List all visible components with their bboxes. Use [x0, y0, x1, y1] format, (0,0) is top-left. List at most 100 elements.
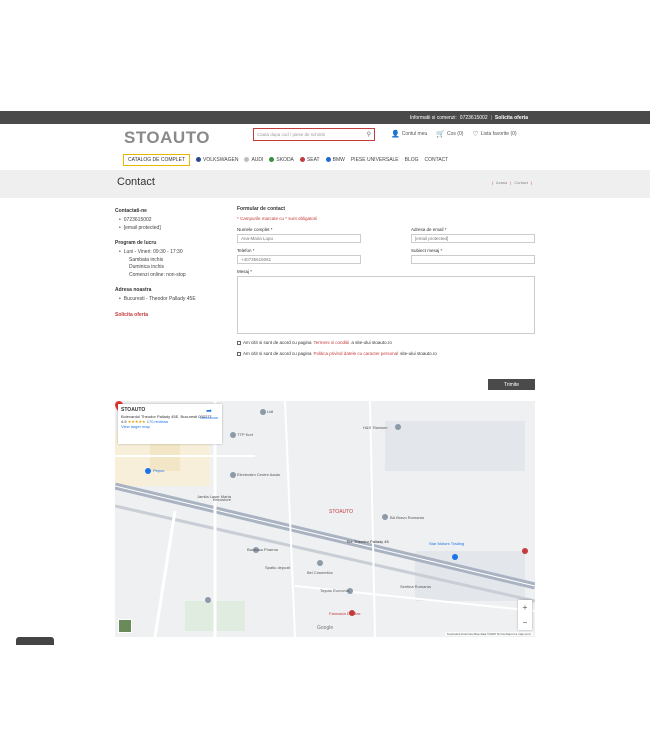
map-poi-pepco[interactable] — [145, 468, 151, 474]
privacy-checkbox[interactable] — [237, 351, 241, 356]
terms-prefix: Am citit si sunt de acord cu pagina — [243, 340, 312, 345]
subject-field-group: Subiect mesaj * — [411, 248, 535, 264]
nav-skoda[interactable]: SKODA — [269, 157, 294, 163]
offer-link[interactable]: Solicita oferta — [115, 312, 225, 318]
nav-volkswagen[interactable]: VOLKSWAGEN — [196, 157, 238, 163]
privacy-checkbox-row: Am citit si sunt de acord cu pagina Poli… — [237, 351, 535, 356]
heart-icon: ♡ — [472, 131, 479, 138]
site-logo[interactable]: STOAUTO — [124, 128, 210, 148]
wishlist-label: Lista favorite (0) — [480, 131, 517, 137]
search-icon[interactable]: ⚲ — [367, 131, 371, 138]
account-link[interactable]: 👤 Contul meu — [391, 130, 427, 138]
map-label-star: Star Motors Trading — [429, 541, 465, 546]
map-label-lidl: Lidl — [267, 409, 274, 414]
privacy-link[interactable]: Politica privind datele cu caracter pers… — [314, 351, 399, 356]
breadcrumb-home[interactable]: Acasa — [496, 180, 507, 185]
map-label-ttp: TTP Kurt — [237, 432, 253, 437]
map-area-industrial — [385, 421, 525, 471]
topbar-offer-link[interactable]: Solicita oferta — [495, 115, 528, 121]
map-poi-bricostore[interactable] — [205, 597, 211, 603]
google-logo: Google — [317, 625, 334, 631]
terms-checkbox[interactable] — [237, 340, 241, 345]
terms-suffix: a site-ului stoauto.ro — [351, 340, 392, 345]
privacy-suffix: site-ului stoauto.ro — [400, 351, 437, 356]
map-label-street: Bd. Theodor Pallady 45 — [347, 539, 389, 544]
cart-label: Cos (0) — [447, 131, 464, 137]
map-label-pharma: Baneasa Pharma — [247, 547, 278, 552]
name-label: Numele complet * — [237, 227, 273, 232]
map-poi-lidl[interactable] — [260, 409, 266, 415]
map-satellite-toggle[interactable] — [118, 619, 132, 633]
nav-audi-label: AUDI — [251, 157, 264, 163]
phone-field[interactable]: +40735615061 — [237, 255, 361, 264]
send-button[interactable]: Trimite — [488, 379, 535, 390]
subject-field[interactable] — [411, 255, 535, 264]
map-label-sentina: Sentina Romania — [400, 584, 431, 589]
main-nav: CATALOG DE COMPLET VOLKSWAGEN AUDI SKODA… — [123, 154, 448, 166]
map-directions-button[interactable]: ➦ Directions — [200, 407, 218, 420]
contact-form: Formular de contact * Campurile marcate … — [237, 206, 535, 356]
topbar-phone[interactable]: 0723615002 — [460, 115, 488, 121]
address-item: Bucuresti - Theodor Pallady 45E — [119, 296, 225, 304]
chat-widget-tab[interactable] — [16, 637, 54, 645]
phone-field-group: Telefon * +40735615061 — [237, 248, 361, 264]
map-poi-hs[interactable] — [395, 424, 401, 430]
bmw-logo-icon — [325, 157, 331, 162]
zoom-in-button[interactable]: + — [518, 600, 532, 615]
map-poi-ttp[interactable] — [230, 432, 236, 438]
map-zoom-control: + − — [518, 600, 532, 630]
contact-email[interactable]: [email protected] — [119, 225, 225, 233]
map-label-electrosim: Electrosim Centre Aauto — [237, 472, 281, 477]
nav-audi[interactable]: AUDI — [244, 157, 263, 163]
email-field[interactable]: [email protected] — [411, 234, 535, 243]
cart-link[interactable]: 🛒 Cos (0) — [436, 130, 463, 138]
name-field-group: Numele complet * Ana-Maria Lupu — [237, 227, 361, 243]
topbar-info: Informatii si comenzi: — [409, 114, 457, 121]
header-links: 👤 Contul meu 🛒 Cos (0) ♡ Lista favorite (0) — [391, 130, 517, 138]
map-view-larger-link[interactable]: View larger map — [121, 424, 219, 429]
terms-link[interactable]: Termeni si conditii — [314, 340, 350, 345]
top-bar: Informatii si comenzi: 0723615002 | Soli… — [0, 111, 650, 124]
required-note: * Campurile marcate cu * sunt obligatori… — [237, 216, 318, 221]
nav-piese-universale[interactable]: PIESE UNIVERSALE — [351, 157, 399, 163]
map-poi-electrosim[interactable] — [230, 472, 236, 478]
topbar-separator: | — [490, 114, 492, 121]
map-poi-star[interactable] — [452, 554, 458, 560]
map-label-farmacia: Farmacia Dr. Max — [329, 611, 361, 616]
nav-contact[interactable]: CONTACT — [425, 157, 449, 163]
message-label: Mesaj * — [237, 269, 253, 274]
privacy-prefix: Am citit si sunt de acord cu pagina — [243, 351, 312, 356]
directions-label: Directions — [200, 415, 218, 420]
map-label-bravo: BA Bravo Romania — [390, 515, 424, 520]
subject-label: Subiect mesaj * — [411, 248, 443, 253]
terms-checkbox-row: Am citit si sunt de acord cu pagina Term… — [237, 340, 535, 345]
nav-seat[interactable]: SEAT — [299, 157, 320, 163]
skoda-logo-icon — [269, 157, 275, 162]
page-title: Contact — [117, 176, 155, 188]
wishlist-link[interactable]: ♡ Lista favorite (0) — [472, 130, 516, 138]
contact-phone[interactable]: 0723615002 — [119, 217, 225, 225]
nav-bmw[interactable]: BMW — [325, 157, 345, 163]
nav-catalog[interactable]: CATALOG DE COMPLET — [123, 154, 191, 166]
embedded-map[interactable]: Lidl TTP Kurt H&S Titanium Pepco Electro… — [115, 401, 535, 637]
vw-logo-icon — [196, 157, 202, 162]
user-icon: 👤 — [391, 131, 400, 138]
audi-logo-icon — [244, 157, 250, 162]
map-label-bricostore: Bricostore — [213, 497, 232, 502]
message-textarea[interactable] — [237, 276, 535, 334]
contact-heading: Contactati-ne — [115, 208, 147, 214]
map-poi-pharmacy-right[interactable] — [522, 548, 528, 554]
map-poi-bravo[interactable] — [382, 514, 388, 520]
breadcrumb-current: Contact — [514, 180, 529, 185]
address-heading: Adresa noastra — [115, 287, 152, 293]
program-saturday: Sambata inchis — [129, 256, 164, 263]
nav-blog[interactable]: BLOG — [405, 157, 419, 163]
address-list: Bucuresti - Theodor Pallady 45E — [115, 296, 225, 304]
map-label-hs: H&S Titanium — [363, 425, 388, 430]
map-pin-label: STOAUTO — [329, 509, 353, 515]
name-field[interactable]: Ana-Maria Lupu — [237, 234, 361, 243]
form-title: Formular de contact — [237, 206, 286, 212]
zoom-out-button[interactable]: − — [518, 615, 532, 630]
map-poi-spatiu[interactable] — [317, 560, 323, 566]
search-input[interactable]: Cauta dupa cod / piese de schimb ⚲ — [253, 128, 375, 141]
